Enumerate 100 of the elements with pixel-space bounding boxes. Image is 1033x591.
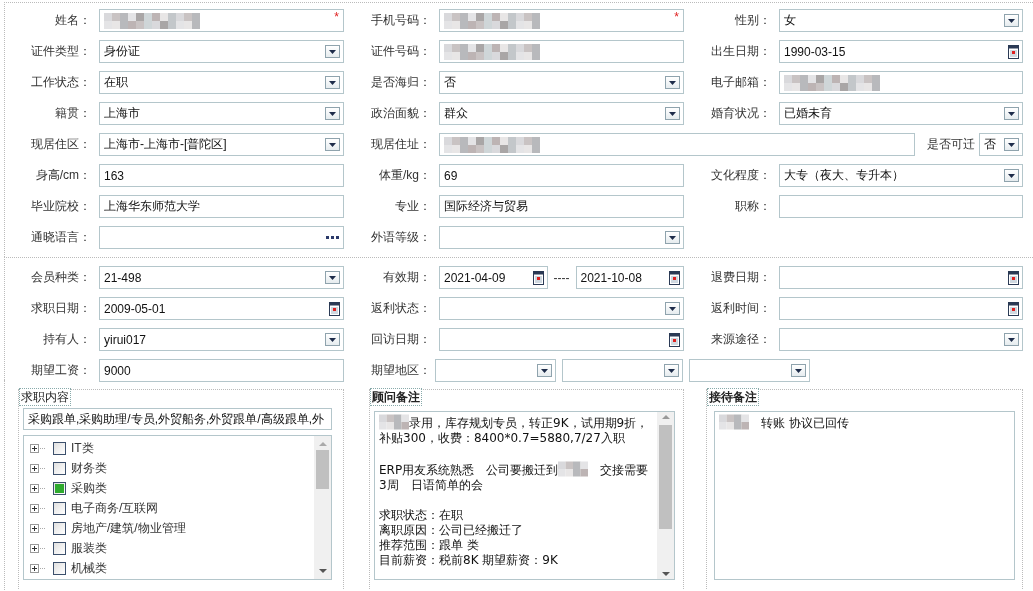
- dropdown-field[interactable]: 上海市: [99, 102, 344, 125]
- more-icon[interactable]: [326, 235, 340, 240]
- checkbox[interactable]: [53, 481, 66, 495]
- dropdown-field[interactable]: 已婚未育: [779, 102, 1023, 125]
- required-asterisk: *: [674, 11, 679, 23]
- field-label: 来源途径：: [710, 331, 772, 348]
- dropdown-field[interactable]: 女: [779, 9, 1023, 32]
- caret-icon: [668, 110, 677, 117]
- expand-icon[interactable]: [30, 483, 46, 493]
- text-field[interactable]: [779, 71, 1023, 94]
- dropdown-button[interactable]: [325, 45, 340, 58]
- expand-icon[interactable]: [30, 463, 46, 473]
- text-field[interactable]: [439, 133, 915, 156]
- calendar-icon[interactable]: [1008, 301, 1019, 316]
- expand-icon[interactable]: [30, 543, 46, 553]
- expand-icon[interactable]: [30, 563, 46, 573]
- date-field[interactable]: [779, 297, 1023, 320]
- dropdown-button[interactable]: [325, 333, 340, 346]
- date-field[interactable]: [439, 328, 684, 351]
- caret-icon: [328, 141, 337, 148]
- dropdown-field[interactable]: 在职: [99, 71, 344, 94]
- dropdown-button[interactable]: [1004, 14, 1019, 27]
- calendar-icon[interactable]: [532, 270, 544, 285]
- dropdown-button[interactable]: [325, 138, 340, 151]
- dropdown-button[interactable]: [665, 76, 680, 89]
- scrollbar[interactable]: [314, 436, 331, 579]
- checkbox[interactable]: [53, 441, 66, 455]
- date-field[interactable]: 1990-03-15: [779, 40, 1023, 63]
- dropdown-field[interactable]: [439, 297, 684, 320]
- dropdown-field[interactable]: 上海市-上海市-[普陀区]: [99, 133, 344, 156]
- dropdown-button[interactable]: [325, 76, 340, 89]
- calendar-icon[interactable]: [329, 301, 340, 316]
- blurred-text: [379, 414, 409, 430]
- category-label[interactable]: 机械类: [71, 559, 107, 577]
- dropdown-button[interactable]: [665, 231, 680, 244]
- dropdown-button[interactable]: [1004, 333, 1019, 346]
- dropdown-button[interactable]: [1004, 138, 1019, 151]
- dropdown-button[interactable]: [325, 107, 340, 120]
- dropdown-field[interactable]: [435, 359, 556, 382]
- expand-icon[interactable]: [30, 523, 46, 533]
- category-label[interactable]: 房地产/建筑/物业管理: [71, 519, 186, 537]
- dropdown-field[interactable]: 21-498: [99, 266, 344, 289]
- dropdown-field[interactable]: 身份证: [99, 40, 344, 63]
- text-field[interactable]: 9000: [99, 359, 344, 382]
- dropdown-field[interactable]: 否: [979, 133, 1023, 156]
- dropdown-field[interactable]: [779, 328, 1023, 351]
- dropdown-button[interactable]: [791, 364, 806, 377]
- text-field[interactable]: 国际经济与贸易: [439, 195, 684, 218]
- text-field[interactable]: [779, 195, 1023, 218]
- checkbox[interactable]: [53, 561, 66, 575]
- category-label[interactable]: 财务类: [71, 459, 107, 477]
- checkbox[interactable]: [53, 501, 66, 515]
- date-field[interactable]: [779, 266, 1023, 289]
- note-textarea[interactable]: 转账 协议已回传: [714, 411, 1015, 580]
- field-label: 职称：: [734, 198, 772, 215]
- field-label: 政治面貌：: [370, 105, 432, 122]
- calendar-icon[interactable]: [1008, 270, 1019, 285]
- dropdown-field[interactable]: [439, 226, 684, 249]
- dropdown-field[interactable]: 群众: [439, 102, 684, 125]
- dropdown-field[interactable]: yirui017: [99, 328, 344, 351]
- dropdown-button[interactable]: [664, 364, 679, 377]
- expand-icon[interactable]: [30, 503, 46, 513]
- dropdown-button[interactable]: [665, 107, 680, 120]
- checkbox[interactable]: [53, 541, 66, 555]
- category-label[interactable]: 电子商务/互联网: [71, 499, 159, 517]
- expand-icon[interactable]: [30, 443, 46, 453]
- dropdown-field[interactable]: [689, 359, 810, 382]
- checkbox[interactable]: [53, 521, 66, 535]
- dropdown-field[interactable]: 大专（夜大、专升本）: [779, 164, 1023, 187]
- text-field[interactable]: 163: [99, 164, 344, 187]
- category-label[interactable]: 服装类: [71, 539, 107, 557]
- dropdown-button[interactable]: [537, 364, 552, 377]
- job-summary-field[interactable]: 采购跟单,采购助理/专员,外贸船务,外贸跟单/高级跟单,外: [23, 408, 332, 430]
- category-label[interactable]: 采购类: [71, 479, 107, 497]
- caret-icon: [668, 305, 677, 312]
- dropdown-button[interactable]: [1004, 169, 1019, 182]
- field-label: 是否海归：: [370, 74, 432, 91]
- dropdown-button[interactable]: [665, 302, 680, 315]
- date-field[interactable]: 2021-10-08: [575, 266, 684, 289]
- caret-icon: [1007, 110, 1016, 117]
- text-field[interactable]: *: [439, 9, 684, 32]
- text-field[interactable]: 上海华东师范大学: [99, 195, 344, 218]
- field-label: 证件号码：: [370, 43, 432, 60]
- note-textarea[interactable]: 录用，库存规划专员，转正9K，试用期9折，补贴300，收费：8400*0.7=5880,7/27入职 ERP用友系统熟悉 公司要搬迁到 交接需要3周 日语简单的会 求职状态：在职 离职原因：公司已经搬迁了 推荐范围：跟单 类 目前薪资：税前8K 期望薪资：9K: [374, 411, 675, 580]
- dropdown-field[interactable]: [562, 359, 683, 382]
- checkbox[interactable]: [53, 461, 66, 475]
- dropdown-button[interactable]: [1004, 107, 1019, 120]
- scrollbar[interactable]: [657, 412, 674, 579]
- picker-field[interactable]: [99, 226, 344, 249]
- dropdown-field[interactable]: 否: [439, 71, 684, 94]
- text-field[interactable]: 69: [439, 164, 684, 187]
- text-field[interactable]: [439, 40, 684, 63]
- calendar-icon[interactable]: [669, 270, 680, 285]
- calendar-icon[interactable]: [1008, 44, 1019, 59]
- text-field[interactable]: *: [99, 9, 344, 32]
- category-label[interactable]: IT类: [71, 439, 94, 457]
- dropdown-button[interactable]: [325, 271, 340, 284]
- calendar-icon[interactable]: [669, 332, 680, 347]
- date-field[interactable]: 2021-04-09: [439, 266, 548, 289]
- date-field[interactable]: 2009-05-01: [99, 297, 344, 320]
